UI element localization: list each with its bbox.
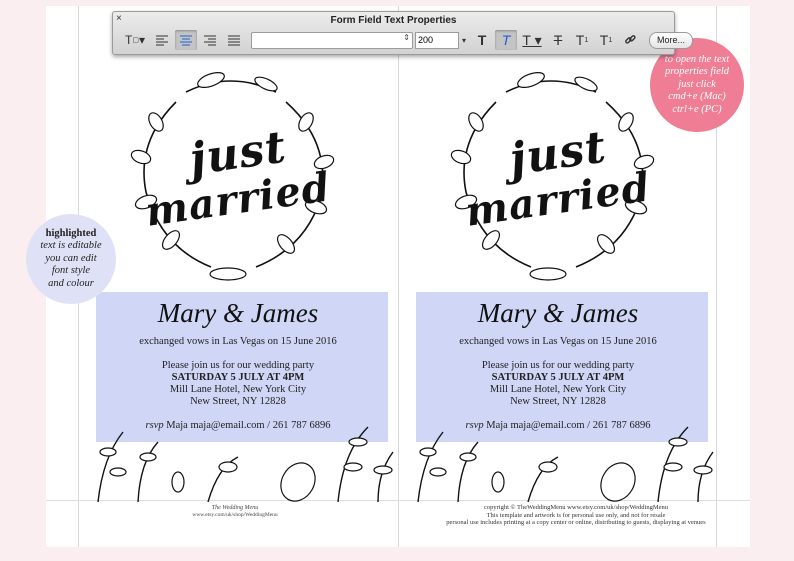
footer-url: www.etsy.com/uk/shop/WeddingMenu: [192, 512, 278, 518]
font-size-input[interactable]: 200: [415, 31, 459, 49]
italic-icon[interactable]: T: [495, 30, 517, 50]
font-size-chevron-icon[interactable]: ▾: [459, 30, 469, 50]
footer-right: copyright © TheWeddingMenu www.etsy.com/…: [406, 504, 746, 527]
invite-text[interactable]: Please join us for our wedding party: [398, 360, 718, 371]
link-icon[interactable]: [619, 30, 641, 50]
text-style-dropdown-icon[interactable]: T ▢ ▾: [121, 30, 149, 50]
license-line: This template and artwork is for persona…: [486, 511, 666, 519]
invitation-card-left: just married Mary & James exchanged vows…: [78, 0, 398, 502]
more-button[interactable]: More...: [649, 31, 694, 49]
underline-icon[interactable]: T ▾: [519, 30, 545, 50]
align-center-icon[interactable]: [175, 30, 197, 50]
tip-right-line: to open the text: [664, 53, 730, 65]
venue-text[interactable]: Mill Lane Hotel, New York City: [398, 384, 718, 395]
foliage-illustration-icon: [97, 426, 394, 502]
copyright-line: copyright © TheWeddingMenu www.etsy.com/…: [484, 504, 668, 511]
vows-text[interactable]: exchanged vows in Las Vegas on 15 June 2…: [398, 336, 718, 347]
street-text[interactable]: New Street, NY 12828: [78, 396, 398, 407]
tip-right-line: properties field: [664, 66, 730, 78]
street-text[interactable]: New Street, NY 12828: [398, 396, 718, 407]
usage-line: personal use includes printing at a copy…: [446, 519, 706, 527]
justify-icon[interactable]: [223, 30, 245, 50]
date-text[interactable]: SATURDAY 5 JULY AT 4PM: [78, 372, 398, 383]
toolbar-title: Form Field Text Properties: [330, 15, 457, 26]
superscript-icon[interactable]: T1: [571, 30, 593, 50]
footer-left: The Wedding Menu www.etsy.com/uk/shop/We…: [180, 505, 290, 519]
text-properties-toolbar: × Form Field Text Properties T ▢ ▾ ⇕ 200 …: [112, 11, 694, 55]
tip-right-line: cmd+e (Mac): [668, 91, 726, 103]
tip-left-bold: highlighted: [45, 227, 97, 239]
invite-text[interactable]: Please join us for our wedding party: [78, 360, 398, 371]
tip-right-line: just click: [678, 78, 716, 90]
chevron-down-icon: ⇕: [403, 32, 410, 42]
couple-names[interactable]: Mary & James: [398, 298, 718, 329]
font-family-select[interactable]: ⇕: [251, 31, 413, 49]
vows-text[interactable]: exchanged vows in Las Vegas on 15 June 2…: [78, 336, 398, 347]
tip-right-line: ctrl+e (PC): [672, 103, 722, 115]
align-right-icon[interactable]: [199, 30, 221, 50]
tip-bubble-left: highlighted text is editable you can edi…: [26, 214, 116, 304]
date-text[interactable]: SATURDAY 5 JULY AT 4PM: [398, 372, 718, 383]
tip-left-line: and colour: [48, 277, 94, 289]
couple-names[interactable]: Mary & James: [78, 298, 398, 329]
tip-left-line: text is editable: [40, 240, 102, 252]
venue-text[interactable]: Mill Lane Hotel, New York City: [78, 384, 398, 395]
footer-brand: The Wedding Menu: [211, 505, 259, 511]
align-left-icon[interactable]: [151, 30, 173, 50]
tip-left-line: font style: [51, 265, 91, 277]
tip-left-line: you can edit: [45, 252, 97, 264]
foliage-illustration-icon: [417, 426, 714, 502]
subscript-icon[interactable]: T1: [595, 30, 617, 50]
strikethrough-icon[interactable]: T: [547, 30, 569, 50]
bold-icon[interactable]: T: [471, 30, 493, 50]
